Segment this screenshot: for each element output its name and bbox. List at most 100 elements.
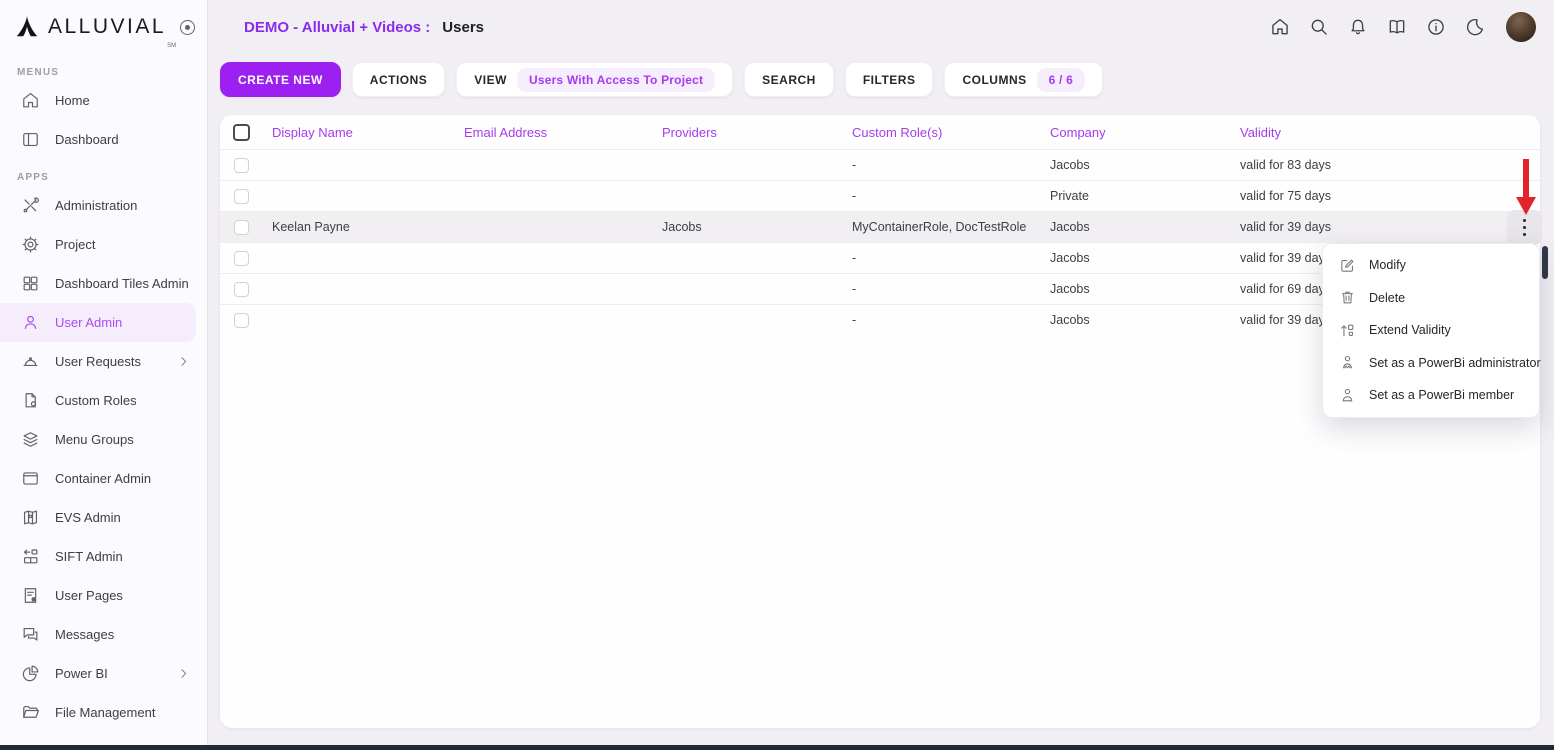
window-bottom-edge [0, 745, 1554, 750]
layers-icon [21, 430, 40, 449]
sidebar-item-file-management[interactable]: File Management [0, 693, 207, 732]
sidebar-section-apps: APPS [17, 172, 207, 183]
sidebar-item-label: Messages [55, 627, 114, 642]
cell-custom-roles: - [852, 282, 1050, 296]
sidebar-item-evs-admin[interactable]: EVS Admin [0, 498, 207, 537]
chevron-right-icon [177, 355, 190, 368]
row-checkbox[interactable] [234, 313, 249, 328]
menu-item-modify[interactable]: Modify [1323, 249, 1539, 282]
sidebar-item-container-admin[interactable]: Container Admin [0, 459, 207, 498]
columns-count-badge: 6 / 6 [1037, 68, 1085, 92]
cell-providers: Jacobs [662, 220, 852, 234]
table-row[interactable]: - Private valid for 75 days [220, 180, 1540, 211]
sidebar-item-label: Menu Groups [55, 432, 134, 447]
sidebar-item-home[interactable]: Home [0, 81, 207, 120]
row-checkbox[interactable] [234, 158, 249, 173]
sidebar-section-menus: MENUS [17, 67, 207, 78]
user-admin-icon [1339, 354, 1356, 371]
column-header-providers: Providers [662, 125, 852, 140]
trash-icon [1339, 289, 1356, 306]
dashboard-icon [21, 130, 40, 149]
view-button-label: VIEW [474, 73, 507, 87]
search-button[interactable]: SEARCH [744, 62, 834, 97]
scrollbar-thumb[interactable] [1542, 246, 1548, 279]
home-icon [21, 91, 40, 110]
column-header-company: Company [1050, 125, 1240, 140]
sidebar-item-dashboard[interactable]: Dashboard [0, 120, 207, 159]
tools-icon [21, 196, 40, 215]
cell-validity: valid for 39 days [1240, 220, 1540, 234]
topbar-actions [1270, 12, 1536, 42]
cell-company: Jacobs [1050, 220, 1240, 234]
sidebar-item-label: User Requests [55, 354, 141, 369]
view-button[interactable]: VIEW Users With Access To Project [456, 62, 733, 97]
sidebar-item-sift-admin[interactable]: SIFT Admin [0, 537, 207, 576]
chat-icon [21, 625, 40, 644]
sidebar-item-label: Power BI [55, 666, 108, 681]
moon-icon[interactable] [1465, 17, 1485, 37]
columns-button-label: COLUMNS [962, 73, 1026, 87]
pie-chart-icon [21, 664, 40, 683]
table-row-selected[interactable]: Keelan Payne Jacobs MyContainerRole, Doc… [220, 211, 1540, 242]
extend-validity-icon [1339, 322, 1356, 339]
home-icon[interactable] [1270, 17, 1290, 37]
sidebar-collapse-toggle-icon[interactable] [180, 20, 195, 35]
avatar[interactable] [1506, 12, 1536, 42]
folder-icon [21, 703, 40, 722]
sidebar-item-menu-groups[interactable]: Menu Groups [0, 420, 207, 459]
create-new-button[interactable]: CREATE NEW [220, 62, 341, 97]
page-title: Users [442, 19, 484, 36]
select-all-checkbox[interactable] [233, 124, 250, 141]
search-icon[interactable] [1309, 17, 1329, 37]
bell-icon[interactable] [1348, 17, 1368, 37]
sidebar-item-label: SIFT Admin [55, 549, 123, 564]
sidebar-item-power-bi[interactable]: Power BI [0, 654, 207, 693]
sidebar-item-administration[interactable]: Administration [0, 186, 207, 225]
user-member-icon [1339, 387, 1356, 404]
cell-company: Jacobs [1050, 158, 1240, 172]
cell-company: Jacobs [1050, 313, 1240, 327]
sidebar-item-user-admin[interactable]: User Admin [0, 303, 196, 342]
sidebar-item-custom-roles[interactable]: Custom Roles [0, 381, 207, 420]
red-arrow-annotation [1512, 159, 1540, 219]
sidebar-item-project[interactable]: Project [0, 225, 207, 264]
lambda-icon [14, 14, 40, 40]
sidebar-item-dashboard-tiles-admin[interactable]: Dashboard Tiles Admin [0, 264, 207, 303]
menu-item-label: Set as a PowerBi administrator [1369, 356, 1541, 370]
menu-item-delete[interactable]: Delete [1323, 282, 1539, 315]
cell-custom-roles: MyContainerRole, DocTestRole [852, 220, 1050, 234]
menu-item-set-powerbi-member[interactable]: Set as a PowerBi member [1323, 379, 1539, 412]
menu-item-extend-validity[interactable]: Extend Validity [1323, 314, 1539, 347]
cell-custom-roles: - [852, 189, 1050, 203]
row-checkbox[interactable] [234, 251, 249, 266]
actions-button[interactable]: ACTIONS [352, 62, 446, 97]
cell-company: Private [1050, 189, 1240, 203]
document-badge-icon [21, 391, 40, 410]
cell-validity: valid for 75 days [1240, 189, 1540, 203]
sidebar-item-user-requests[interactable]: User Requests [0, 342, 207, 381]
filters-button[interactable]: FILTERS [845, 62, 934, 97]
menu-item-set-powerbi-administrator[interactable]: Set as a PowerBi administrator [1323, 347, 1539, 380]
brand-trademark: SM [167, 43, 176, 49]
window-icon [21, 469, 40, 488]
sidebar-item-messages[interactable]: Messages [0, 615, 207, 654]
row-checkbox[interactable] [234, 282, 249, 297]
info-icon[interactable] [1426, 17, 1446, 37]
toolbar: CREATE NEW ACTIONS VIEW Users With Acces… [220, 62, 1103, 97]
sidebar-item-user-pages[interactable]: User Pages [0, 576, 207, 615]
row-checkbox[interactable] [234, 220, 249, 235]
cell-custom-roles: - [852, 313, 1050, 327]
table-header-row: Display Name Email Address Providers Cus… [220, 115, 1540, 149]
cell-validity: valid for 83 days [1240, 158, 1540, 172]
cell-company: Jacobs [1050, 282, 1240, 296]
cell-custom-roles: - [852, 251, 1050, 265]
cell-company: Jacobs [1050, 251, 1240, 265]
book-icon[interactable] [1387, 17, 1407, 37]
column-header-display-name: Display Name [272, 125, 464, 140]
row-checkbox[interactable] [234, 189, 249, 204]
table-row[interactable]: - Jacobs valid for 83 days [220, 149, 1540, 180]
menu-item-label: Set as a PowerBi member [1369, 388, 1514, 402]
column-header-email: Email Address [464, 125, 662, 140]
columns-button[interactable]: COLUMNS 6 / 6 [944, 62, 1103, 97]
breadcrumb: DEMO - Alluvial + Videos : [244, 19, 430, 36]
